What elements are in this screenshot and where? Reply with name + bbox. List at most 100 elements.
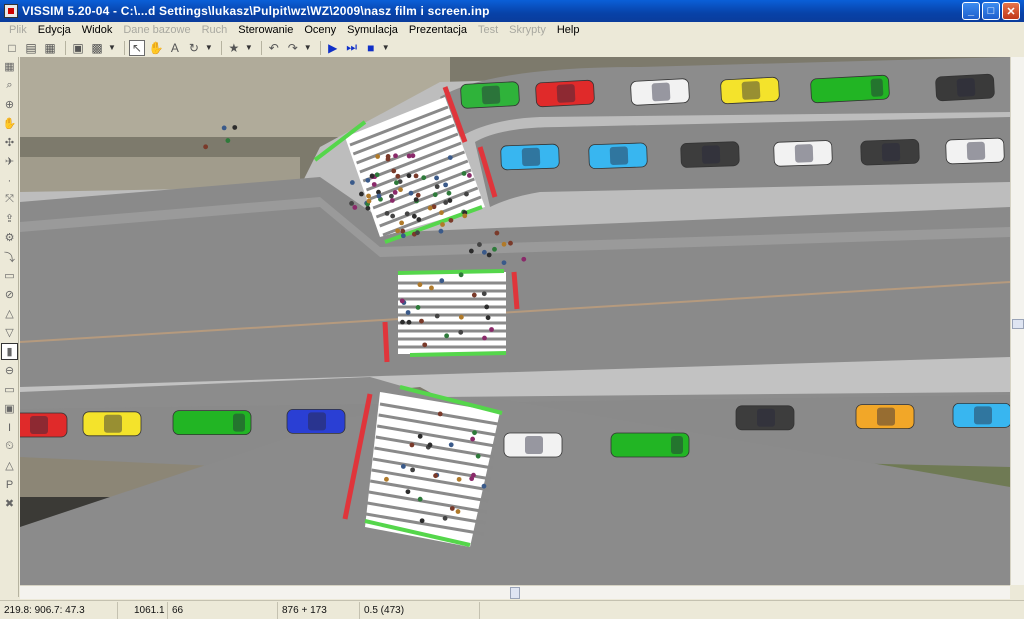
pedestrian xyxy=(437,411,443,417)
menu-symulacja[interactable]: Symulacja xyxy=(342,24,404,36)
stop-sign-icon[interactable]: ⊖ xyxy=(1,362,18,379)
pedestrian xyxy=(371,182,377,187)
vertical-scrollbar[interactable] xyxy=(1010,57,1024,585)
minimize-button[interactable]: _ xyxy=(962,2,980,20)
resize-grip-icon[interactable] xyxy=(1010,603,1024,617)
zoom-icon[interactable]: ⌕ xyxy=(1,77,18,94)
vehicle-icon[interactable]: ⇪ xyxy=(1,210,18,227)
pedestrian xyxy=(365,177,371,183)
pedestrian xyxy=(481,249,487,255)
pan-icon[interactable]: ✋ xyxy=(148,40,164,56)
menu-plik[interactable]: Plik xyxy=(4,24,33,36)
menu-ruch[interactable]: Ruch xyxy=(197,24,234,36)
menu-sterowanie[interactable]: Sterowanie xyxy=(233,24,299,36)
traffic-light-icon[interactable]: ▮ xyxy=(1,343,18,360)
vehicle[interactable] xyxy=(720,76,780,105)
node-icon[interactable]: Ι xyxy=(1,419,18,436)
warning-icon[interactable]: ▭ xyxy=(1,267,18,284)
rotate-icon[interactable]: ↻ xyxy=(186,40,202,56)
route-icon[interactable]: ⚙ xyxy=(1,229,18,246)
vehicle[interactable] xyxy=(810,74,890,104)
menu-skrypty[interactable]: Skrypty xyxy=(504,24,552,36)
print-dropdown-icon[interactable]: ▼ xyxy=(108,43,116,52)
pedestrian xyxy=(458,329,464,335)
vehicle[interactable] xyxy=(680,141,740,168)
vehicle[interactable] xyxy=(20,412,68,438)
horizontal-scroll-thumb[interactable] xyxy=(510,587,520,599)
vehicle[interactable] xyxy=(773,140,833,167)
menu-widok[interactable]: Widok xyxy=(77,24,119,36)
vehicle[interactable] xyxy=(952,403,1010,428)
menu-test[interactable]: Test xyxy=(473,24,504,36)
compass-icon[interactable]: ✣ xyxy=(1,134,18,151)
pedestrian xyxy=(439,210,444,216)
simulation-dropdown-icon[interactable]: ▼ xyxy=(382,43,390,52)
connector-icon[interactable]: ⤧ xyxy=(1,191,18,208)
close-tool-icon[interactable]: ✖ xyxy=(1,495,18,512)
data-collection-icon[interactable]: △ xyxy=(1,457,18,474)
rotate-dropdown-icon[interactable]: ▼ xyxy=(205,43,213,52)
vehicle[interactable] xyxy=(535,79,595,108)
menu-prezentacja[interactable]: Prezentacja xyxy=(404,24,473,36)
vehicle[interactable] xyxy=(82,411,142,437)
pedestrian-icon[interactable]: ★ xyxy=(226,40,242,56)
vehicle[interactable] xyxy=(630,78,690,106)
pedestrian-dropdown-icon[interactable]: ▼ xyxy=(245,43,253,52)
pedestrian xyxy=(458,272,464,278)
airplane-icon[interactable]: ✈ xyxy=(1,153,18,170)
print-preview-icon[interactable]: ▣ xyxy=(70,40,86,56)
pedestrian xyxy=(443,182,448,188)
vehicle[interactable] xyxy=(855,404,915,430)
parking-icon[interactable]: ▣ xyxy=(1,400,18,417)
vehicle[interactable] xyxy=(172,410,252,436)
vehicle[interactable] xyxy=(610,432,690,458)
vehicle[interactable] xyxy=(286,408,346,434)
pedestrian xyxy=(448,442,454,448)
signal-green-bar xyxy=(409,351,507,357)
pedestrian xyxy=(413,197,419,202)
vertical-scroll-thumb[interactable] xyxy=(1012,319,1024,329)
menu-edycja[interactable]: Edycja xyxy=(33,24,77,36)
speed-icon[interactable]: ⤵ xyxy=(1,248,18,265)
pedestrian xyxy=(419,318,424,324)
close-button[interactable]: ✕ xyxy=(1002,2,1020,20)
horizontal-scrollbar[interactable] xyxy=(20,585,1010,599)
menu-help[interactable]: Help xyxy=(552,24,586,36)
vehicle[interactable] xyxy=(860,139,920,166)
yield-icon[interactable]: ⊘ xyxy=(1,286,18,303)
maximize-button[interactable]: □ xyxy=(982,2,1000,20)
vehicle[interactable] xyxy=(460,81,520,109)
pedestrian xyxy=(446,190,452,196)
undo-icon: ↶ xyxy=(268,40,279,55)
pedestrian xyxy=(366,198,372,204)
select-arrow-icon[interactable]: ↖ xyxy=(128,39,145,56)
vehicle[interactable] xyxy=(735,405,795,431)
menu-oceny[interactable]: Oceny xyxy=(299,24,342,36)
play-icon[interactable]: ▶ xyxy=(325,40,341,56)
stop-icon[interactable]: ■ xyxy=(363,40,379,56)
print-icon[interactable]: ▩ xyxy=(89,40,105,56)
detector-icon[interactable]: ▽ xyxy=(1,324,18,341)
save-icon: ▦ xyxy=(44,40,56,55)
vehicle[interactable] xyxy=(503,432,563,458)
vehicle[interactable] xyxy=(588,142,648,169)
signal-head-icon[interactable]: △ xyxy=(1,305,18,322)
redo-dropdown-icon: ▼ xyxy=(303,43,312,52)
vehicle[interactable] xyxy=(935,73,995,102)
pedestrian xyxy=(429,285,434,291)
text-size-icon[interactable]: A xyxy=(167,40,183,56)
link-icon[interactable]: · xyxy=(1,172,18,189)
zoom-in-icon[interactable]: ⊕ xyxy=(1,96,18,113)
pedestrian xyxy=(408,190,414,196)
vehicle[interactable] xyxy=(500,143,560,171)
hand-icon[interactable]: ✋ xyxy=(1,115,18,132)
vehicle[interactable] xyxy=(945,137,1005,165)
menu-dane-bazowe[interactable]: Dane bazowe xyxy=(118,24,196,36)
timer-icon[interactable]: ⏲ xyxy=(1,438,18,455)
parking-lot-icon[interactable]: P xyxy=(1,476,18,493)
bus-stop-icon[interactable]: ▭ xyxy=(1,381,18,398)
network-canvas[interactable] xyxy=(20,57,1010,585)
step-icon[interactable]: ⏭ xyxy=(344,40,360,56)
pedestrian xyxy=(393,153,398,159)
network-view-icon[interactable]: ▦ xyxy=(1,58,18,75)
